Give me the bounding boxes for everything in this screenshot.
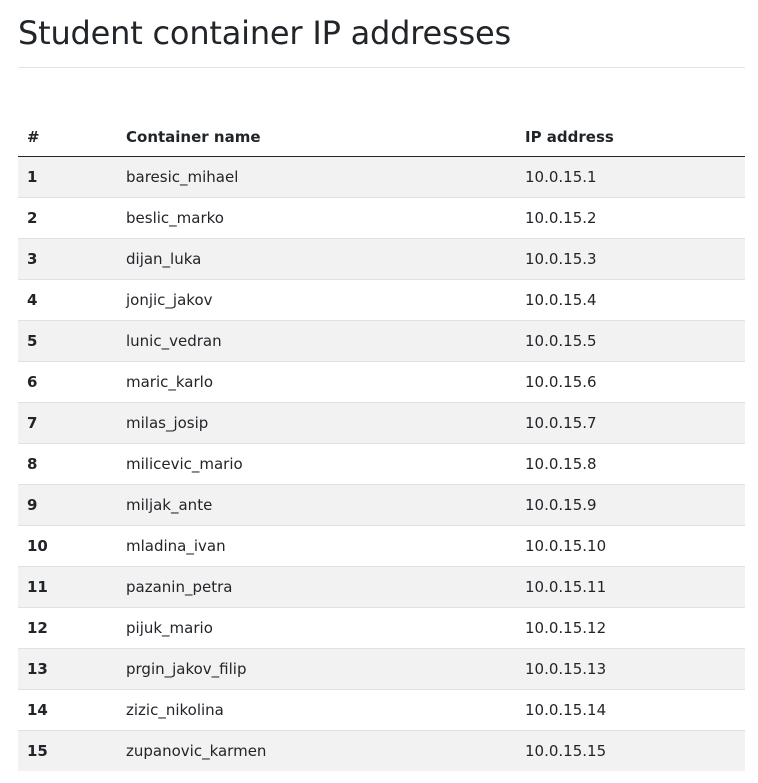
table-header: # Container name IP address [18,118,745,157]
table-row: 2 beslic_marko 10.0.15.2 [18,197,745,239]
table-row: 11 pazanin_petra 10.0.15.11 [18,566,745,608]
row-number: 14 [18,689,117,731]
page-title: Student container IP addresses [18,14,511,52]
ip-table-container: # Container name IP address 1 baresic_mih… [18,118,745,771]
ip-address: 10.0.15.7 [516,402,745,444]
row-number: 5 [18,320,117,362]
ip-address: 10.0.15.9 [516,484,745,526]
page: Student container IP addresses # Contain… [0,0,758,783]
row-number: 11 [18,566,117,608]
row-number: 13 [18,648,117,690]
row-number: 15 [18,730,117,771]
table-row: 9 miljak_ante 10.0.15.9 [18,484,745,526]
container-name: jonjic_jakov [117,279,516,321]
row-number: 1 [18,156,117,198]
table-row: 14 zizic_nikolina 10.0.15.14 [18,689,745,731]
container-name: lunic_vedran [117,320,516,362]
table-row: 3 dijan_luka 10.0.15.3 [18,238,745,280]
ip-address: 10.0.15.5 [516,320,745,362]
header-container-name: Container name [117,118,516,157]
ip-address: 10.0.15.15 [516,730,745,771]
row-number: 6 [18,361,117,403]
container-name: prgin_jakov_filip [117,648,516,690]
table-row: 1 baresic_mihael 10.0.15.1 [18,156,745,198]
container-name: pijuk_mario [117,607,516,649]
row-number: 3 [18,238,117,280]
ip-address: 10.0.15.4 [516,279,745,321]
ip-address: 10.0.15.3 [516,238,745,280]
title-divider [18,67,745,68]
header-row: # Container name IP address [18,118,745,157]
row-number: 8 [18,443,117,485]
table-row: 5 lunic_vedran 10.0.15.5 [18,320,745,362]
row-number: 2 [18,197,117,239]
table-row: 12 pijuk_mario 10.0.15.12 [18,607,745,649]
table-body: 1 baresic_mihael 10.0.15.1 2 beslic_marko 10.… [18,156,745,771]
ip-table: # Container name IP address 1 baresic_mih… [18,118,745,771]
container-name: maric_karlo [117,361,516,403]
container-name: beslic_marko [117,197,516,239]
ip-address: 10.0.15.6 [516,361,745,403]
container-name: zupanovic_karmen [117,730,516,771]
container-name: dijan_luka [117,238,516,280]
ip-address: 10.0.15.10 [516,525,745,567]
row-number: 7 [18,402,117,444]
table-row: 10 mladina_ivan 10.0.15.10 [18,525,745,567]
ip-address: 10.0.15.2 [516,197,745,239]
table-row: 15 zupanovic_karmen 10.0.15.15 [18,730,745,771]
container-name: milas_josip [117,402,516,444]
container-name: pazanin_petra [117,566,516,608]
table-row: 4 jonjic_jakov 10.0.15.4 [18,279,745,321]
row-number: 4 [18,279,117,321]
container-name: mladina_ivan [117,525,516,567]
ip-address: 10.0.15.13 [516,648,745,690]
row-number: 10 [18,525,117,567]
table-row: 6 maric_karlo 10.0.15.6 [18,361,745,403]
table-row: 13 prgin_jakov_filip 10.0.15.13 [18,648,745,690]
container-name: baresic_mihael [117,156,516,198]
ip-address: 10.0.15.8 [516,443,745,485]
container-name: milicevic_mario [117,443,516,485]
table-row: 8 milicevic_mario 10.0.15.8 [18,443,745,485]
container-name: zizic_nikolina [117,689,516,731]
ip-address: 10.0.15.11 [516,566,745,608]
row-number: 9 [18,484,117,526]
ip-address: 10.0.15.1 [516,156,745,198]
container-name: miljak_ante [117,484,516,526]
header-ip-address: IP address [516,118,745,157]
row-number: 12 [18,607,117,649]
header-number: # [18,118,117,157]
table-row: 7 milas_josip 10.0.15.7 [18,402,745,444]
ip-address: 10.0.15.12 [516,607,745,649]
ip-address: 10.0.15.14 [516,689,745,731]
